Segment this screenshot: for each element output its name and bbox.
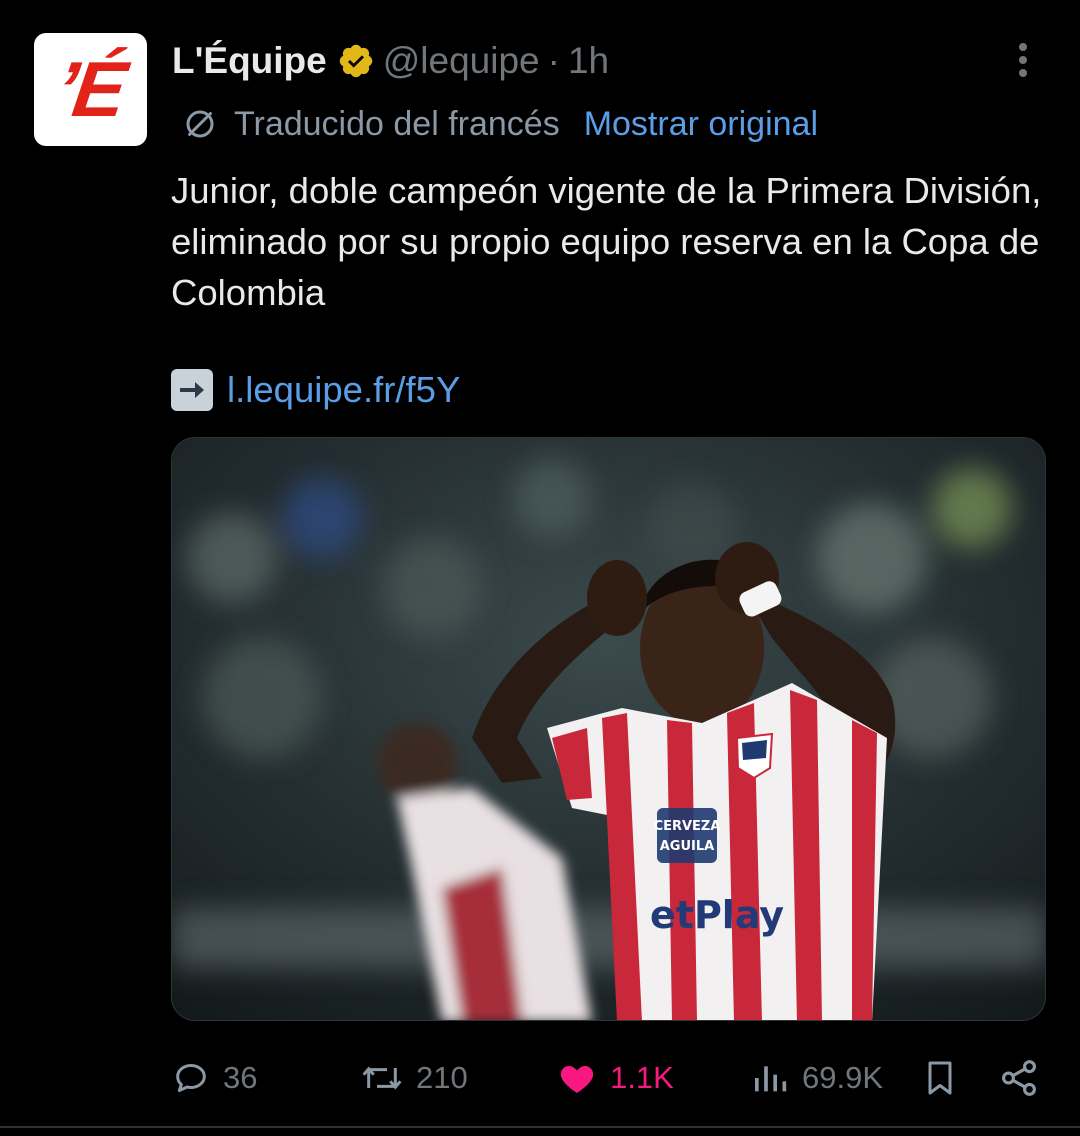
svg-text:CERVEZA: CERVEZA [654,819,721,834]
views-button[interactable]: 69.9K [750,1050,883,1106]
bookmark-button[interactable] [920,1050,972,1106]
repost-button[interactable]: 210 [360,1050,468,1106]
repost-count: 210 [416,1060,468,1095]
repost-icon [362,1066,402,1090]
view-count: 69.9K [802,1060,884,1095]
more-options-icon[interactable] [1008,40,1038,80]
handle[interactable]: @lequipe [383,40,540,82]
article-link[interactable]: l.lequipe.fr/f5Y [227,369,460,411]
tweet-photo[interactable]: CERVEZA AGUILA etPlay [171,437,1046,1021]
display-name[interactable]: L'Équipe [172,40,327,82]
reply-icon [176,1064,206,1092]
share-button[interactable] [998,1050,1052,1106]
separator-dot: · [547,40,560,81]
divider [0,1126,1080,1128]
like-count: 1.1K [610,1060,674,1095]
player-photo: CERVEZA AGUILA etPlay [172,438,1045,1020]
translated-label: Traducido del francés [234,104,560,143]
share-icon [1002,1060,1036,1096]
tweet-header: L'Équipe @lequipe · 1h [172,36,609,86]
reply-count: 36 [223,1060,258,1095]
bookmark-icon [928,1061,952,1095]
heart-icon [560,1066,594,1093]
avatar-logo: ’É [49,45,128,133]
svg-text:etPlay: etPlay [650,893,784,937]
translation-row: Traducido del francés Mostrar original [182,102,818,146]
tweet-text: Junior, doble campeón vigente de la Prim… [171,170,1042,313]
right-arrow-emoji-icon [171,369,213,411]
translate-icon [186,110,214,138]
action-bar: 36 210 1.1K 69.9K [0,1050,1080,1106]
like-button[interactable]: 1.1K [556,1050,674,1106]
svg-text:AGUILA: AGUILA [660,839,714,854]
views-chart-icon [755,1066,787,1092]
verified-badge-icon[interactable] [337,42,375,80]
link-row: l.lequipe.fr/f5Y [171,366,460,414]
show-original-link[interactable]: Mostrar original [584,105,818,144]
timestamp[interactable]: 1h [568,40,609,82]
reply-button[interactable]: 36 [171,1050,257,1106]
avatar[interactable]: ’É [34,33,147,146]
tweet[interactable]: ’É L'Équipe @lequipe · 1h Traducido del … [0,0,1080,1136]
